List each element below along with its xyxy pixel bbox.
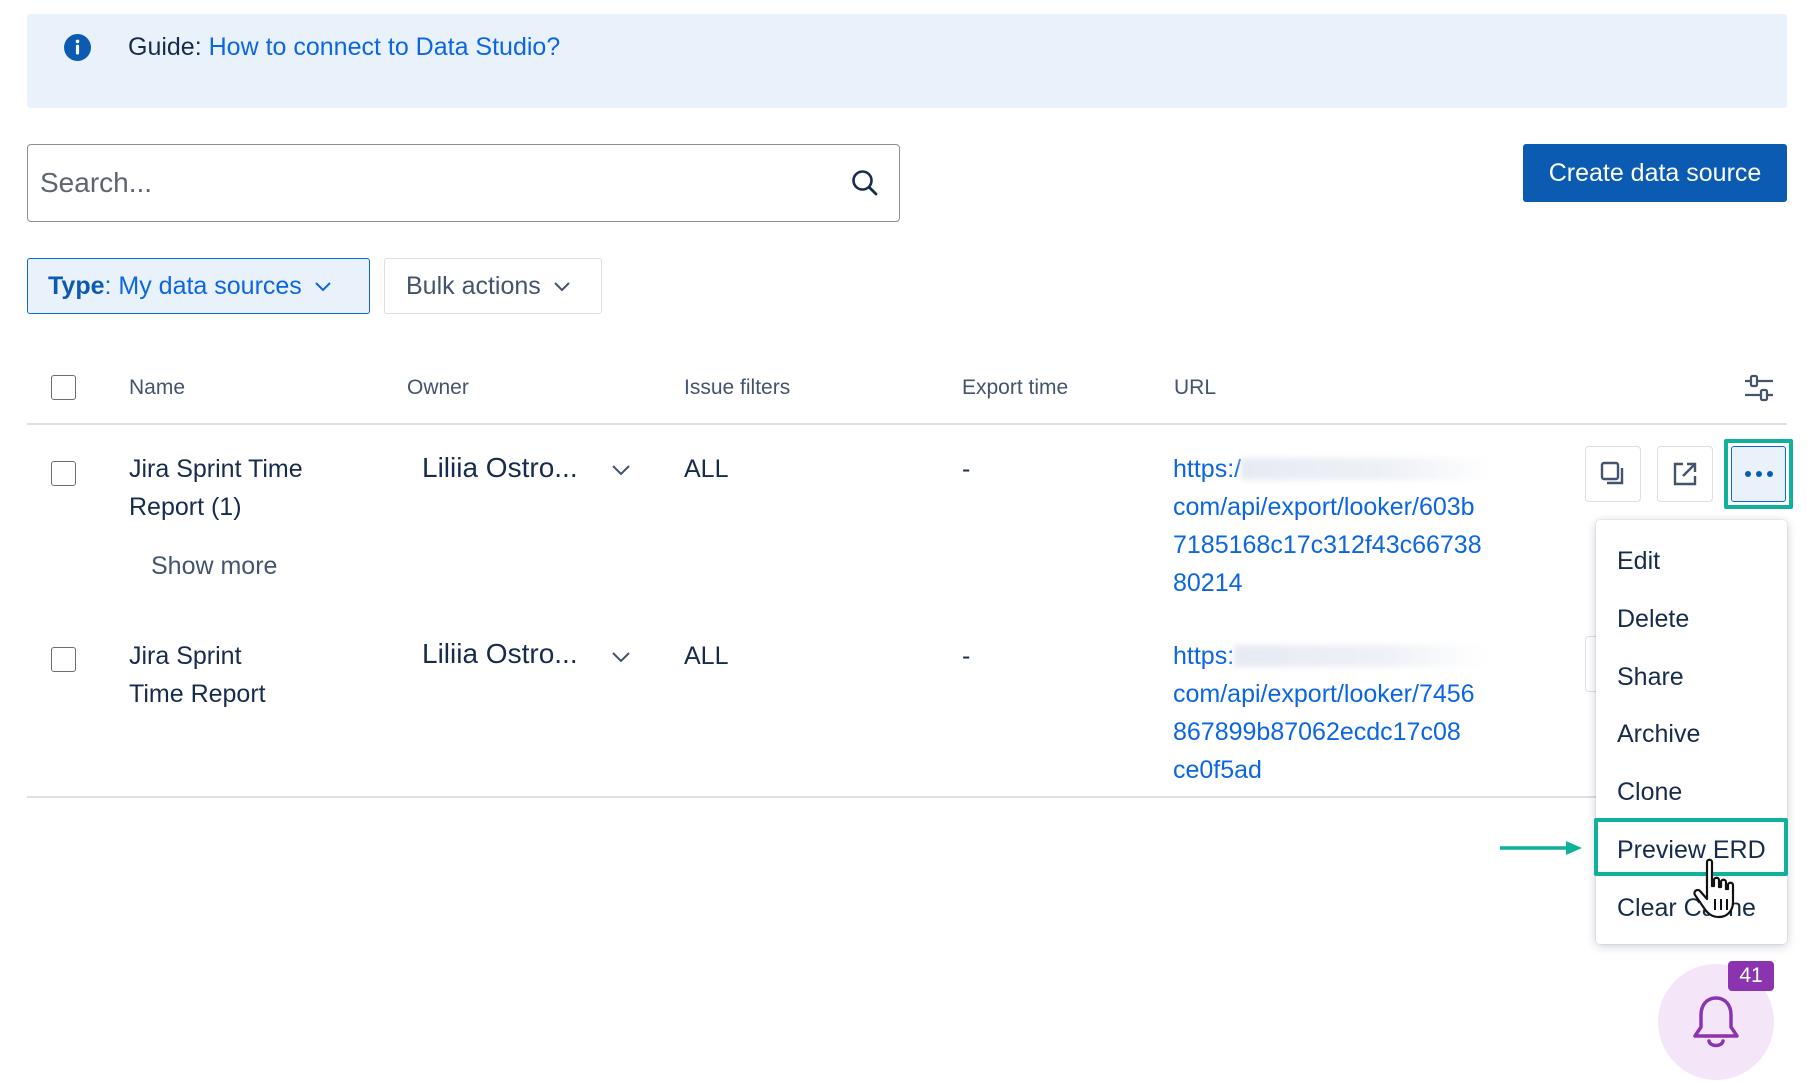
column-settings-icon[interactable]: [1743, 373, 1775, 403]
guide-link[interactable]: How to connect to Data Studio?: [209, 33, 561, 61]
url-line: 867899b87062ecdc17c08: [1173, 718, 1461, 746]
bell-icon: [1693, 996, 1739, 1048]
show-more-link[interactable]: Show more: [151, 552, 277, 581]
row-issue-filters: ALL: [684, 642, 729, 670]
bulk-actions-label: Bulk actions: [406, 271, 541, 300]
url-line: 80214: [1173, 569, 1243, 597]
row-url-link[interactable]: https: com/api/export/looker/7456 867899…: [1173, 637, 1503, 789]
guide-prefix: Guide:: [128, 33, 209, 61]
preview-erd-highlight: [1594, 818, 1788, 876]
chevron-down-icon[interactable]: [611, 464, 631, 476]
type-filter-value: My data sources: [111, 271, 302, 300]
row-checkbox[interactable]: [51, 647, 76, 672]
url-redacted: [1241, 458, 1492, 480]
table-bottom-divider: [27, 796, 1787, 798]
row-owner: Liliia Ostro...: [422, 452, 578, 483]
column-header-owner[interactable]: Owner: [407, 376, 469, 400]
search-box: [27, 144, 900, 222]
bulk-actions-dropdown[interactable]: Bulk actions: [384, 258, 602, 314]
row-name-line: Time Report: [129, 680, 266, 708]
row-name[interactable]: Jira Sprint Time Report: [129, 637, 266, 713]
more-horizontal-icon: [1744, 471, 1773, 477]
chevron-down-icon[interactable]: [611, 651, 631, 663]
menu-item-clone[interactable]: Clone: [1617, 778, 1682, 807]
url-start: https:: [1173, 642, 1235, 670]
copy-icon: [1600, 461, 1624, 485]
menu-item-delete[interactable]: Delete: [1617, 605, 1689, 634]
url-line: ce0f5ad: [1173, 756, 1262, 784]
row-name[interactable]: Jira Sprint Time Report (1): [129, 450, 303, 526]
column-header-issue-filters[interactable]: Issue filters: [684, 376, 790, 400]
row-name-line: Jira Sprint Time: [129, 455, 303, 483]
open-external-button[interactable]: [1657, 446, 1713, 502]
create-data-source-button[interactable]: Create data source: [1523, 144, 1787, 202]
column-header-url[interactable]: URL: [1174, 376, 1216, 400]
url-redacted: [1234, 645, 1485, 667]
external-link-icon: [1673, 462, 1697, 486]
guide-text: Guide: How to connect to Data Studio?: [128, 33, 560, 62]
row-export-time: -: [962, 642, 971, 670]
row-name-line: Report (1): [129, 493, 242, 521]
menu-item-edit[interactable]: Edit: [1617, 547, 1660, 576]
more-actions-menu: Edit Delete Share Archive Clone Preview …: [1596, 520, 1787, 944]
chevron-down-icon: [554, 282, 570, 292]
arrow-right-icon: [1500, 841, 1582, 855]
more-actions-button[interactable]: [1731, 446, 1786, 502]
menu-item-share[interactable]: Share: [1617, 663, 1684, 692]
url-line: com/api/export/looker/603b: [1173, 493, 1475, 521]
select-all-checkbox[interactable]: [51, 375, 76, 400]
search-icon[interactable]: [849, 167, 881, 199]
row-checkbox[interactable]: [51, 461, 76, 486]
info-icon: [64, 34, 91, 61]
row-issue-filters: ALL: [684, 455, 729, 483]
row-export-time: -: [962, 455, 971, 483]
row-owner: Liliia Ostro...: [422, 638, 578, 669]
type-filter-dropdown[interactable]: Type: My data sources: [27, 258, 370, 314]
url-start: https:/: [1173, 455, 1242, 483]
menu-item-archive[interactable]: Archive: [1617, 720, 1700, 749]
row-url-link[interactable]: https:/ com/api/export/looker/603b 71851…: [1173, 450, 1503, 602]
notification-count-badge: 41: [1728, 961, 1774, 991]
search-input[interactable]: [40, 145, 840, 220]
type-filter-separator: :: [104, 271, 112, 300]
url-line: 7185168c17c312f43c66738: [1173, 531, 1482, 559]
chevron-down-icon: [315, 282, 331, 292]
copy-url-button[interactable]: [1585, 446, 1641, 502]
url-line: com/api/export/looker/7456: [1173, 680, 1475, 708]
table-header-divider: [27, 423, 1787, 425]
hand-pointer-icon: [1693, 858, 1735, 919]
type-filter-label: Type: [48, 271, 105, 300]
row-name-line: Jira Sprint: [129, 642, 242, 670]
column-header-export-time[interactable]: Export time: [962, 376, 1068, 400]
column-header-name[interactable]: Name: [129, 376, 185, 400]
